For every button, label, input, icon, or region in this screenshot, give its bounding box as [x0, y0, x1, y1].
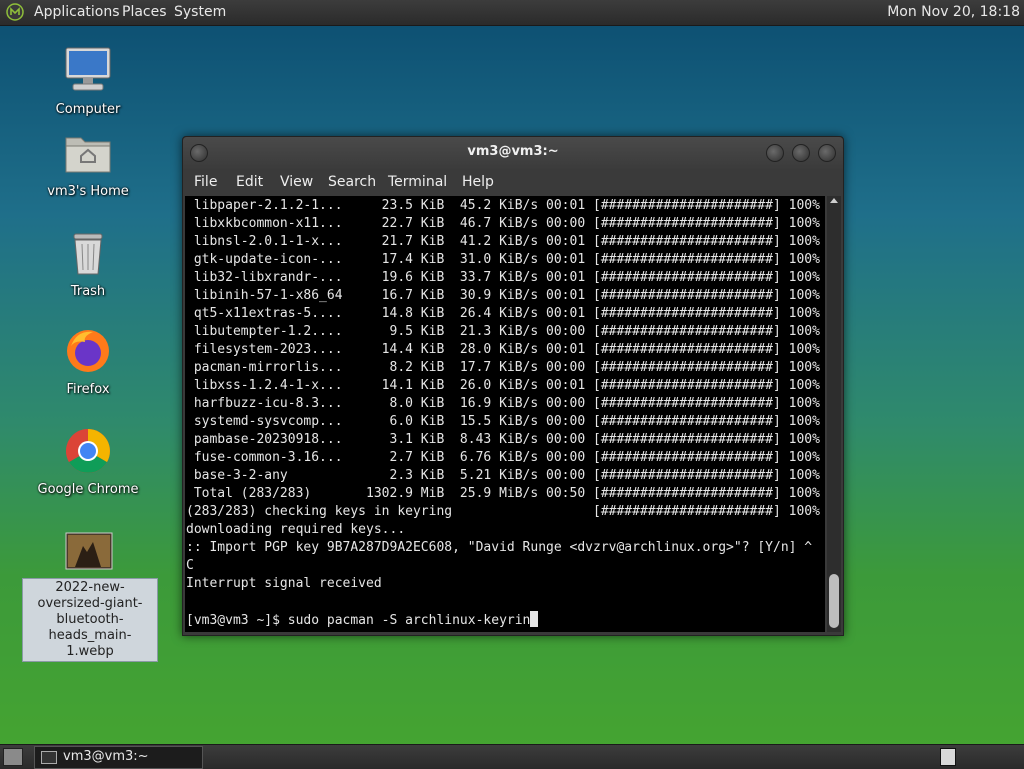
menu-file[interactable]: File: [194, 174, 217, 190]
window-title: vm3@vm3:~: [467, 144, 559, 159]
terminal-window[interactable]: vm3@vm3:~ File Edit View Search Terminal…: [182, 136, 844, 636]
terminal-menubar: File Edit View Search Terminal Help: [183, 171, 843, 195]
taskbar-window-button[interactable]: vm3@vm3:~: [34, 746, 203, 769]
desktop-icon-trash[interactable]: Trash: [33, 228, 143, 300]
terminal-line: (283/283) checking keys in keyring [####…: [186, 504, 820, 519]
desktop-icon-label: Computer: [55, 102, 121, 117]
terminal-line: :: Import PGP key 9B7A287D9A2EC608, "Dav…: [186, 540, 813, 555]
terminal-line: libxkbcommon-x11... 22.7 KiB 46.7 KiB/s …: [193, 216, 820, 231]
top-panel: Applications Places System Mon Nov 20, 1…: [0, 0, 1024, 26]
desktop-icon-home[interactable]: vm3's Home: [33, 128, 143, 200]
terminal-line: libinih-57-1-x86_64 16.7 KiB 30.9 KiB/s …: [193, 288, 820, 303]
desktop-icon-label-selected: 2022-new-oversized-giant-bluetooth-heads…: [22, 578, 158, 662]
terminal-line: lib32-libxrandr-... 19.6 KiB 33.7 KiB/s …: [193, 270, 820, 285]
taskbar-window-label: vm3@vm3:~: [63, 749, 149, 764]
firefox-icon: [67, 330, 109, 372]
terminal-icon: [41, 751, 57, 764]
chrome-icon: [66, 429, 110, 473]
mate-logo-icon[interactable]: [6, 3, 24, 21]
terminal-output[interactable]: libpaper-2.1.2-1... 23.5 KiB 45.2 KiB/s …: [185, 196, 825, 632]
desktop-icon-computer[interactable]: Computer: [33, 46, 143, 118]
window-titlebar[interactable]: vm3@vm3:~: [183, 137, 843, 169]
terminal-line: qt5-x11extras-5.... 14.8 KiB 26.4 KiB/s …: [193, 306, 820, 321]
close-button[interactable]: [818, 144, 836, 162]
terminal-line: filesystem-2023.... 14.4 KiB 28.0 KiB/s …: [193, 342, 820, 357]
image-file-icon: [65, 532, 113, 570]
applications-menu[interactable]: Applications: [34, 4, 120, 20]
menu-help[interactable]: Help: [462, 174, 494, 190]
terminal-line: Total (283/283) 1302.9 MiB 25.9 MiB/s 00…: [193, 486, 820, 501]
terminal-line: harfbuzz-icu-8.3... 8.0 KiB 16.9 KiB/s 0…: [193, 396, 820, 411]
desktop-icon-image-file[interactable]: 2022-new-oversized-giant-bluetooth-heads…: [22, 532, 158, 662]
terminal-line: downloading required keys...: [186, 522, 406, 537]
terminal-line: pambase-20230918... 3.1 KiB 8.43 KiB/s 0…: [193, 432, 820, 447]
maximize-button[interactable]: [792, 144, 810, 162]
show-desktop-icon[interactable]: [3, 748, 23, 766]
terminal-line: base-3-2-any 2.3 KiB 5.21 KiB/s 00:00 [#…: [193, 468, 820, 483]
places-menu[interactable]: Places: [122, 4, 167, 20]
terminal-line: libpaper-2.1.2-1... 23.5 KiB 45.2 KiB/s …: [193, 198, 820, 213]
command-prompt: [vm3@vm3 ~]$ sudo pacman -S archlinux-ke…: [186, 613, 531, 628]
terminal-line: C: [186, 558, 194, 573]
terminal-text: libpaper-2.1.2-1... 23.5 KiB 45.2 KiB/s …: [186, 197, 820, 630]
terminal-line: libutempter-1.2.... 9.5 KiB 21.3 KiB/s 0…: [193, 324, 820, 339]
desktop-icon-chrome[interactable]: Google Chrome: [33, 426, 143, 498]
workspace-switcher[interactable]: [940, 748, 956, 766]
text-cursor: [530, 611, 539, 627]
desktop-icon-label: Trash: [70, 284, 106, 299]
window-menu-button[interactable]: [190, 144, 208, 162]
desktop-icon-firefox[interactable]: Firefox: [33, 326, 143, 398]
terminal-line: libnsl-2.0.1-1-x... 21.7 KiB 41.2 KiB/s …: [193, 234, 820, 249]
terminal-line: fuse-common-3.16... 2.7 KiB 6.76 KiB/s 0…: [193, 450, 820, 465]
menu-search[interactable]: Search: [328, 174, 376, 190]
terminal-line: pacman-mirrorlis... 8.2 KiB 17.7 KiB/s 0…: [193, 360, 820, 375]
system-menu[interactable]: System: [174, 4, 226, 20]
desktop-icon-label: vm3's Home: [47, 184, 129, 199]
terminal-line: libxss-1.2.4-1-x... 14.1 KiB 26.0 KiB/s …: [193, 378, 820, 393]
desktop-icon-label: Firefox: [66, 382, 110, 397]
scrollbar[interactable]: [827, 196, 841, 632]
scroll-thumb[interactable]: [829, 574, 839, 628]
menu-view[interactable]: View: [280, 174, 313, 190]
home-folder-icon: [65, 137, 111, 173]
menu-edit[interactable]: Edit: [236, 174, 263, 190]
bottom-panel: vm3@vm3:~: [0, 744, 1024, 769]
scroll-up-arrow-icon[interactable]: [830, 198, 838, 203]
desktop-icon-label: Google Chrome: [37, 482, 139, 497]
terminal-line: gtk-update-icon-... 17.4 KiB 31.0 KiB/s …: [193, 252, 820, 267]
minimize-button[interactable]: [766, 144, 784, 162]
computer-icon: [65, 47, 111, 91]
terminal-line: systemd-sysvcomp... 6.0 KiB 15.5 KiB/s 0…: [193, 414, 820, 429]
terminal-line: Interrupt signal received: [186, 576, 382, 591]
clock[interactable]: Mon Nov 20, 18:18: [887, 4, 1020, 20]
trash-icon: [73, 233, 103, 275]
menu-terminal[interactable]: Terminal: [388, 174, 447, 190]
